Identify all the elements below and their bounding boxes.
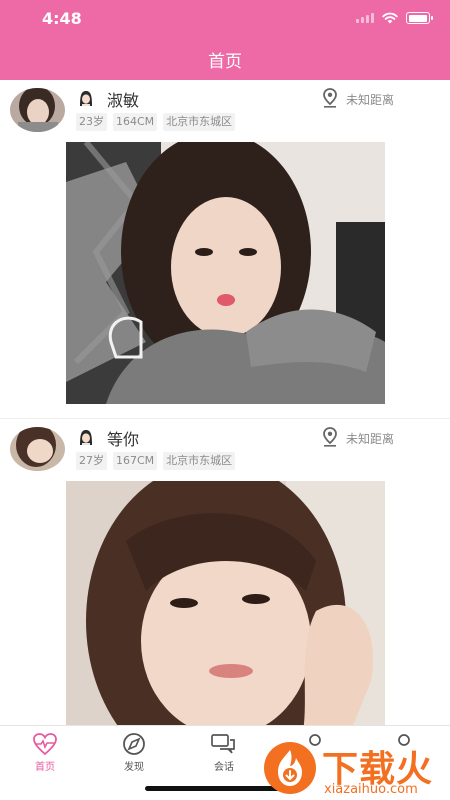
tab-home[interactable]: 首页 bbox=[15, 732, 75, 773]
tab-chats[interactable]: 会话 bbox=[194, 732, 254, 773]
user-tags: 27岁 167CM 北京市东城区 bbox=[76, 452, 236, 470]
page-title: 首页 bbox=[208, 52, 242, 72]
compass-icon bbox=[123, 733, 145, 755]
age-tag: 27岁 bbox=[76, 452, 107, 470]
user-tags: 23岁 164CM 北京市东城区 bbox=[76, 113, 236, 131]
location-pin-icon bbox=[323, 427, 337, 447]
user-card[interactable]: 淑敏 23岁 164CM 北京市东城区 未知距离 bbox=[0, 80, 450, 418]
status-time: 4:48 bbox=[42, 9, 82, 28]
height-tag: 167CM bbox=[113, 452, 158, 470]
watermark-domain: xiazaihuo.com bbox=[324, 782, 418, 797]
tab-discover[interactable]: 发现 bbox=[104, 732, 164, 773]
status-icons bbox=[356, 12, 433, 24]
user-feed[interactable]: 淑敏 23岁 164CM 北京市东城区 未知距离 等你 27岁 167CM 北京… bbox=[0, 80, 450, 725]
status-bar: 4:48 bbox=[0, 0, 450, 36]
tab-label: 首页 bbox=[35, 762, 55, 773]
user-name: 等你 bbox=[107, 430, 140, 449]
avatar[interactable] bbox=[10, 427, 65, 471]
chat-bubbles-icon bbox=[211, 734, 235, 754]
tab-label: 会话 bbox=[214, 762, 234, 773]
user-photo[interactable] bbox=[66, 142, 385, 404]
female-icon bbox=[80, 430, 92, 445]
location-tag: 北京市东城区 bbox=[163, 452, 236, 470]
avatar[interactable] bbox=[10, 88, 65, 132]
tab-label: 发现 bbox=[124, 762, 144, 773]
distance-label: 未知距离 bbox=[346, 93, 395, 107]
height-tag: 164CM bbox=[113, 113, 158, 131]
cellular-signal-icon bbox=[356, 13, 374, 23]
user-name: 淑敏 bbox=[107, 91, 140, 110]
user-card[interactable]: 等你 27岁 167CM 北京市东城区 未知距离 bbox=[0, 418, 450, 725]
watermark: 下载火 xiazaihuo.com bbox=[262, 738, 448, 800]
heart-pulse-icon bbox=[33, 733, 57, 756]
location-tag: 北京市东城区 bbox=[163, 113, 236, 131]
user-photo[interactable] bbox=[66, 481, 385, 725]
age-tag: 23岁 bbox=[76, 113, 107, 131]
distance-label: 未知距离 bbox=[346, 432, 395, 446]
battery-icon bbox=[406, 12, 433, 24]
female-icon bbox=[80, 91, 92, 106]
navigation-bar: 首页 bbox=[0, 36, 450, 80]
flame-logo-icon bbox=[264, 742, 316, 794]
location-pin-icon bbox=[323, 88, 337, 108]
wifi-icon bbox=[382, 12, 398, 24]
